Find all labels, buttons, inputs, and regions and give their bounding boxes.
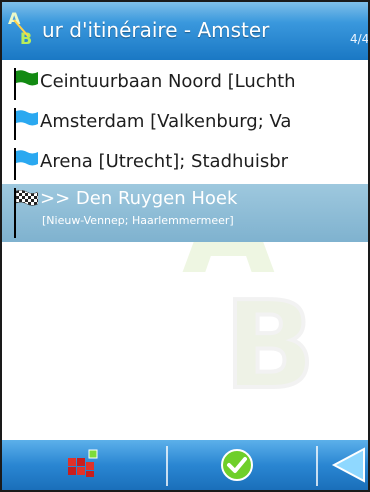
route-item-label: Ceintuurbaan Noord [Luchth bbox=[40, 71, 296, 92]
route-planner-window: A B ur d'itinéraire - Amster 4/4 A B Cei… bbox=[0, 0, 370, 492]
svg-text:B: B bbox=[20, 29, 32, 48]
route-list: Ceintuurbaan Noord [Luchth Amsterdam [Va… bbox=[2, 60, 368, 440]
blue-flag-icon bbox=[16, 110, 38, 126]
route-item-label: Amsterdam [Valkenburg; Va bbox=[40, 111, 292, 132]
bottom-toolbar bbox=[2, 440, 368, 490]
green-flag-icon bbox=[16, 70, 38, 86]
checkered-flag-icon bbox=[16, 190, 38, 206]
page-indicator: 4/4 bbox=[350, 32, 368, 46]
toolbar-separator bbox=[316, 446, 318, 486]
destination-label: >> Den Ruygen Hoek bbox=[40, 188, 238, 209]
back-arrow-icon[interactable] bbox=[326, 440, 368, 490]
ab-logo-icon: A B bbox=[8, 9, 32, 48]
title-bar: A B ur d'itinéraire - Amster 4/4 bbox=[2, 2, 368, 60]
toolbar-separator bbox=[166, 446, 168, 486]
window-title: ur d'itinéraire - Amster bbox=[42, 18, 270, 42]
route-item[interactable]: Amsterdam [Valkenburg; Va bbox=[2, 104, 368, 142]
route-item[interactable]: Arena [Utrecht]; Stadhuisbr bbox=[2, 144, 368, 182]
confirm-check-icon[interactable] bbox=[212, 440, 262, 490]
blue-flag-icon bbox=[16, 150, 38, 166]
destination-sublabel: [Nieuw-Vennep; Haarlemmermeer] bbox=[42, 214, 234, 227]
route-item-label: Arena [Utrecht]; Stadhuisbr bbox=[40, 151, 289, 172]
route-item-destination[interactable]: >> Den Ruygen Hoek [Nieuw-Vennep; Haarle… bbox=[2, 184, 368, 242]
route-item[interactable]: Ceintuurbaan Noord [Luchth bbox=[2, 64, 368, 102]
map-options-icon[interactable] bbox=[58, 440, 118, 490]
